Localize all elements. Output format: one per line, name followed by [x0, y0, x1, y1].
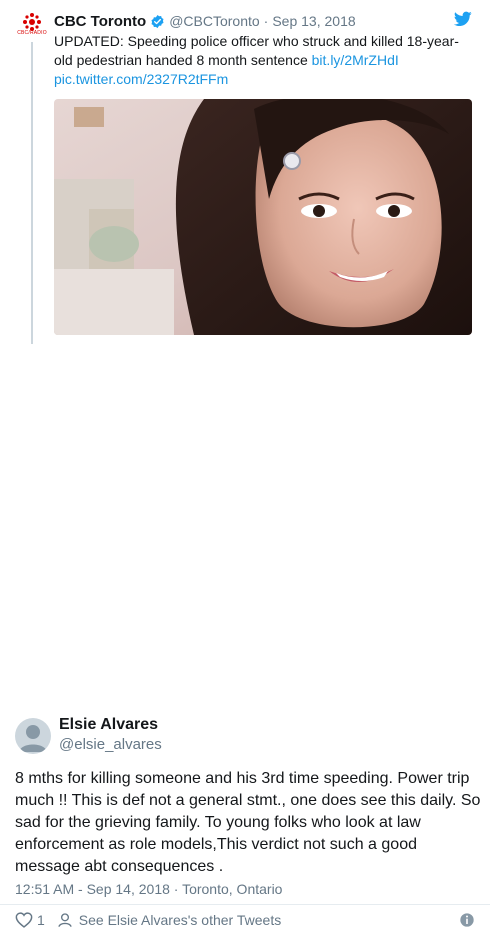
divider — [0, 904, 490, 905]
reply-author-name[interactable]: Elsie Alvares — [59, 716, 158, 734]
quoted-tweet-header: CBC Toronto @CBCToronto · Sep 13, 2018 — [54, 11, 356, 31]
default-avatar-icon — [19, 725, 47, 752]
person-icon — [58, 913, 72, 927]
tweet-photo[interactable] — [54, 99, 472, 335]
quoted-tweet-date[interactable]: Sep 13, 2018 — [272, 13, 355, 29]
quoted-tweet-text: UPDATED: Speeding police officer who str… — [54, 32, 464, 89]
separator-dot: · — [263, 13, 269, 29]
info-icon[interactable] — [459, 912, 475, 928]
heart-icon[interactable] — [15, 912, 33, 928]
cbc-logo-text: CBC/RADIO — [17, 30, 47, 36]
pic-link[interactable]: pic.twitter.com/2327R2tFFm — [54, 71, 228, 87]
see-other-tweets-link[interactable]: See Elsie Alvares's other Tweets — [79, 912, 281, 928]
reply-tweet-text: 8 mths for killing someone and his 3rd t… — [15, 770, 481, 875]
verified-badge-icon — [151, 14, 164, 28]
quoted-tweet[interactable]: CBC/RADIO CBC Toronto @CBCToronto · Sep … — [0, 0, 490, 348]
reply-author-handle[interactable]: @elsie_alvares — [59, 736, 162, 753]
quoted-author-handle[interactable]: @CBCToronto — [169, 13, 259, 29]
reply-tweet-meta[interactable]: 12:51 AM - Sep 14, 2018 · Toronto, Ontar… — [15, 881, 282, 897]
quoted-author-name[interactable]: CBC Toronto — [54, 13, 146, 30]
avatar[interactable] — [15, 718, 51, 754]
thread-line — [31, 42, 33, 344]
twitter-bird-icon[interactable] — [454, 11, 472, 27]
reply-tweet[interactable]: Elsie Alvares @elsie_alvares 8 mths for … — [0, 348, 490, 928]
like-count: 1 — [37, 912, 45, 928]
tweet-actions: 1 See Elsie Alvares's other Tweets — [15, 910, 475, 930]
short-link[interactable]: bit.ly/2MrZHdI — [312, 52, 399, 68]
